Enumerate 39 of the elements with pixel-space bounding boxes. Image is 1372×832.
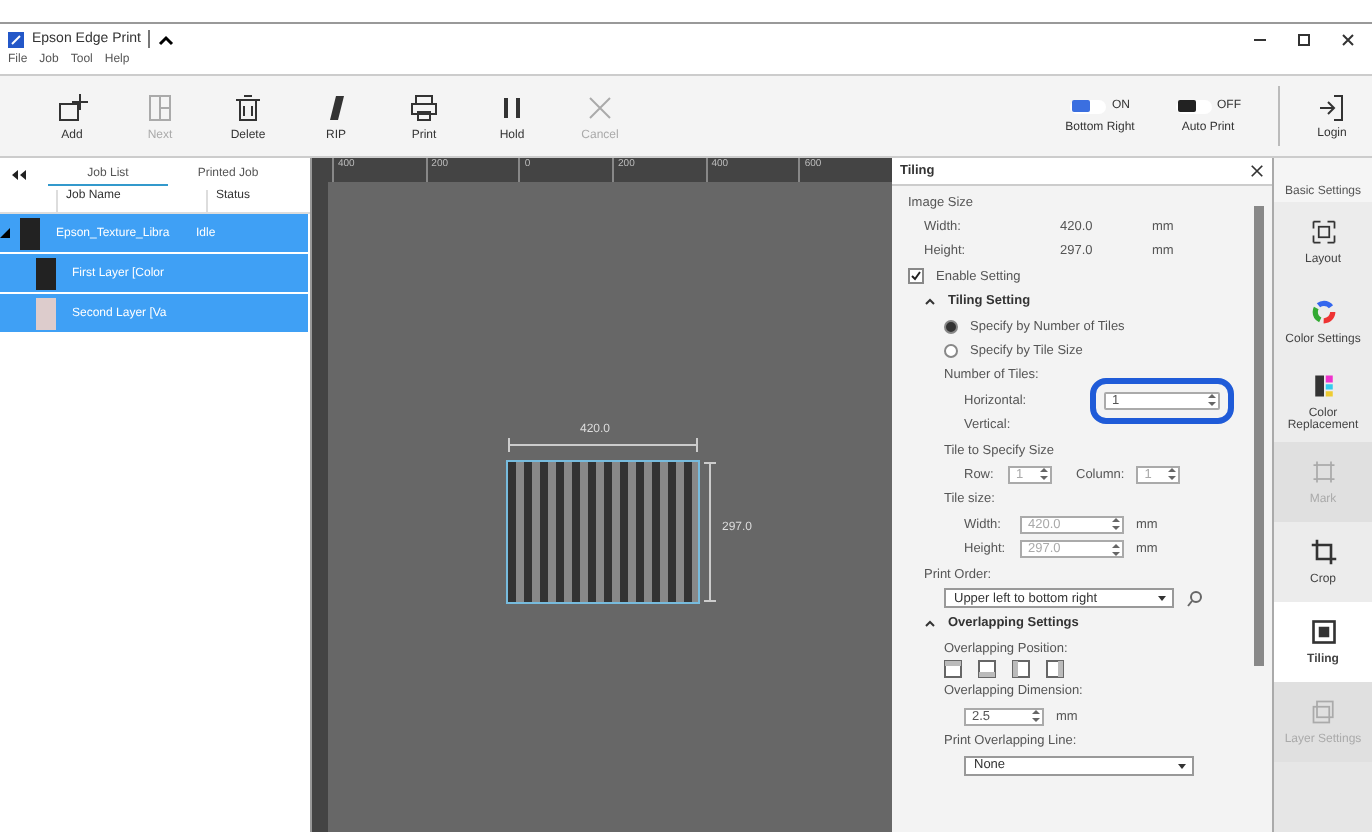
expand-arrow-icon[interactable] — [0, 228, 10, 238]
dropdown-arrow-icon[interactable] — [1176, 759, 1188, 772]
spin-arrows-icon[interactable] — [1208, 392, 1216, 409]
job-thumbnail — [20, 217, 40, 249]
collapse-icon[interactable] — [158, 31, 175, 47]
height-dimension-line — [704, 462, 716, 602]
mark-icon — [1309, 458, 1337, 486]
scrollbar-thumb[interactable] — [1254, 206, 1264, 666]
layer-icon — [1309, 698, 1337, 726]
overlap-position-icon[interactable] — [1046, 660, 1064, 679]
dropdown-arrow-icon[interactable] — [1156, 592, 1168, 605]
preview-icon[interactable] — [1186, 589, 1204, 608]
layer-thumbnail — [36, 297, 56, 329]
layer-thumbnail — [36, 257, 56, 289]
close-icon[interactable] — [1340, 31, 1356, 47]
replace-icon — [1309, 372, 1337, 400]
app-logo-icon — [8, 31, 24, 47]
close-icon[interactable] — [1250, 164, 1264, 178]
collapse-icon[interactable] — [12, 169, 26, 179]
overlap-position-icon[interactable] — [978, 660, 996, 679]
checkbox[interactable] — [908, 268, 924, 285]
cancel-icon — [584, 91, 616, 123]
radio-button[interactable] — [944, 344, 958, 359]
caret-icon[interactable] — [924, 295, 936, 308]
maximize-icon[interactable] — [1296, 31, 1312, 47]
radio-button[interactable] — [944, 319, 958, 334]
delete-icon — [232, 91, 264, 123]
add-icon — [56, 91, 88, 123]
spin-arrows-icon[interactable] — [1032, 708, 1040, 724]
overlap-position-icon[interactable] — [944, 660, 962, 679]
layout-icon — [1309, 218, 1337, 246]
crop-icon — [1309, 538, 1337, 566]
overlap-position-icon[interactable] — [1012, 660, 1030, 679]
next-icon — [144, 91, 176, 123]
tiling-icon — [1309, 618, 1337, 646]
caret-icon[interactable] — [924, 617, 936, 630]
color-icon — [1309, 298, 1337, 326]
login-icon — [1318, 93, 1346, 121]
print-icon — [408, 91, 440, 123]
